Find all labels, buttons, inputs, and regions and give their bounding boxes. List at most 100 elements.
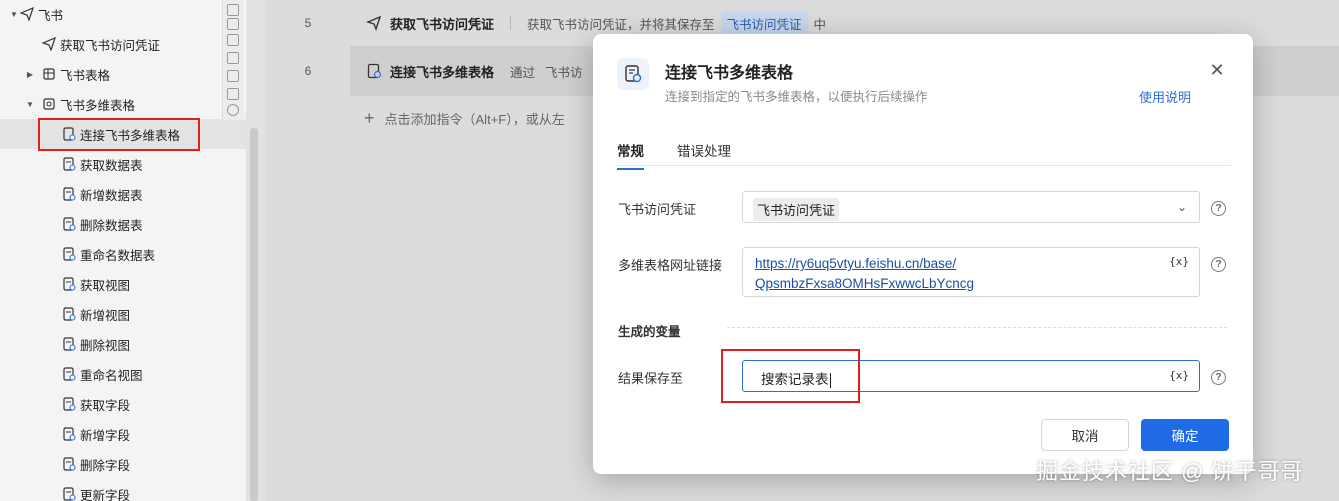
sidebar-item[interactable]: 获取字段 <box>0 389 246 419</box>
step-title: 获取飞书访问凭证 <box>390 16 495 32</box>
tool-icon-3[interactable] <box>227 34 239 46</box>
sidebar-item-label: 删除字段 <box>80 458 131 473</box>
sidebar-item[interactable]: 新增视图 <box>0 299 246 329</box>
tool-icon-2[interactable] <box>227 18 239 30</box>
doc-icon <box>62 307 76 321</box>
doc-icon <box>62 427 76 441</box>
url-line-1: https://ry6uq5vtyu.feishu.cn/base/ <box>755 256 957 271</box>
url-line-2: QpsmbzFxsa8OMHsFxwwcLbYcncg <box>755 276 975 291</box>
sidebar-item[interactable]: 删除数据表 <box>0 209 246 239</box>
doc-icon <box>62 337 76 351</box>
sidebar-scrollbar[interactable] <box>250 128 258 501</box>
sidebar-item-label: 新增视图 <box>80 308 131 323</box>
caret-right-icon[interactable]: ▶ <box>24 70 36 79</box>
doc-icon <box>62 487 76 501</box>
sidebar-item-label: 获取字段 <box>80 398 131 413</box>
sidebar-item[interactable]: 新增数据表 <box>0 179 246 209</box>
sidebar-item[interactable]: 删除字段 <box>0 449 246 479</box>
doc-icon <box>62 457 76 471</box>
paper-plane-icon <box>20 7 34 21</box>
key-plane-icon <box>366 15 382 31</box>
doc-icon <box>62 367 76 381</box>
step-title: 连接飞书多维表格 <box>390 64 495 80</box>
close-icon[interactable]: ✕ <box>1207 60 1227 80</box>
sidebar-item-label: 新增数据表 <box>80 188 143 203</box>
sidebar-toolbar <box>222 0 244 120</box>
bitable-icon <box>42 97 56 111</box>
doc-icon <box>62 397 76 411</box>
chevron-down-icon: ⌄ <box>1176 200 1187 214</box>
highlight-box-result <box>721 349 860 403</box>
sidebar-item-label: 获取数据表 <box>80 158 143 173</box>
caret-down-icon[interactable]: ▼ <box>8 10 20 19</box>
connect-bitable-dialog: 连接飞书多维表格 连接到指定的飞书多维表格，以便执行后续操作 使用说明 ✕ 常规… <box>593 34 1253 474</box>
ok-button[interactable]: 确定 <box>1141 419 1229 451</box>
sidebar-item-label: 获取飞书访问凭证 <box>60 38 161 53</box>
sidebar-item-label: 删除数据表 <box>80 218 143 233</box>
doc-icon <box>62 277 76 291</box>
sidebar-item[interactable]: 重命名数据表 <box>0 239 246 269</box>
doc-icon <box>62 217 76 231</box>
step-separator <box>510 16 512 30</box>
sidebar-item[interactable]: 删除视图 <box>0 329 246 359</box>
sidebar-item[interactable]: 获取数据表 <box>0 149 246 179</box>
sidebar-item[interactable]: ▶ 飞书表格 <box>0 59 246 89</box>
sidebar-item[interactable]: 更新字段 <box>0 479 246 501</box>
sidebar-item-label: 获取视图 <box>80 278 131 293</box>
doc-icon <box>62 187 76 201</box>
dialog-title: 连接飞书多维表格 <box>665 65 794 82</box>
tab-general[interactable]: 常规 <box>617 140 644 170</box>
doc-icon <box>62 157 76 171</box>
sidebar-item[interactable]: ▼ 飞书 <box>0 0 246 29</box>
doc-link-icon <box>366 63 382 79</box>
sidebar-item[interactable]: 重命名视图 <box>0 359 246 389</box>
doc-link-icon <box>617 58 649 90</box>
cancel-button[interactable]: 取消 <box>1041 419 1129 451</box>
help-icon[interactable]: ? <box>1211 201 1226 216</box>
sidebar-item-label: 删除视图 <box>80 338 131 353</box>
variable-insert-icon[interactable]: {x} <box>1169 369 1189 382</box>
url-label: 多维表格网址链接 <box>618 258 723 273</box>
variable-insert-icon[interactable]: {x} <box>1169 255 1189 268</box>
highlight-box-sidebar <box>38 118 200 151</box>
sidebar-tree: ▼ 飞书 获取飞书访问凭证 ▶ 飞书表格 ▼ 飞书多维表格 连接飞书多维表格 获取数据表 新增数据… <box>0 0 246 501</box>
sidebar-item[interactable]: ▼ 飞书多维表格 <box>0 89 246 119</box>
step-desc: 获取飞书访问凭证，并将其保存至 <box>527 17 715 32</box>
sidebar-item-label: 重命名数据表 <box>80 248 156 263</box>
sidebar-item-label: 飞书表格 <box>60 68 111 83</box>
sheet-icon <box>42 67 56 81</box>
plus-icon: + <box>364 108 375 128</box>
sidebar-item[interactable]: 获取视图 <box>0 269 246 299</box>
row-number: 5 <box>304 16 312 30</box>
credential-select[interactable]: 飞书访问凭证 ⌄ <box>742 191 1200 223</box>
url-input[interactable]: https://ry6uq5vtyu.feishu.cn/base/ Qpsmb… <box>742 247 1200 297</box>
gear-icon[interactable] <box>227 104 239 116</box>
tool-icon-4[interactable] <box>227 52 239 64</box>
sidebar-item-label: 重命名视图 <box>80 368 143 383</box>
add-command-hint[interactable]: + 点击添加指令（Alt+F），或从左 <box>364 108 565 129</box>
tab-error-handling[interactable]: 错误处理 <box>677 140 731 168</box>
url-value: https://ry6uq5vtyu.feishu.cn/base/ Qpsmb… <box>755 254 1155 294</box>
dialog-subtitle: 连接到指定的飞书多维表格，以便执行后续操作 <box>665 90 928 104</box>
step-desc-var: 飞书访 <box>545 65 583 80</box>
caret-down-icon[interactable]: ▼ <box>24 100 36 109</box>
help-icon[interactable]: ? <box>1211 257 1226 272</box>
sidebar-item[interactable]: 获取飞书访问凭证 <box>0 29 246 59</box>
help-icon[interactable]: ? <box>1211 370 1226 385</box>
help-link[interactable]: 使用说明 <box>1139 87 1191 106</box>
step-desc-suffix: 中 <box>813 17 827 32</box>
tool-icon-1[interactable] <box>227 4 239 16</box>
tool-icon-5[interactable] <box>227 70 239 82</box>
row-number: 6 <box>304 64 312 78</box>
doc-icon <box>62 247 76 261</box>
credential-label: 飞书访问凭证 <box>618 202 697 217</box>
step-desc: 通过 <box>510 65 536 80</box>
tool-icon-6[interactable] <box>227 88 239 100</box>
credential-value: 飞书访问凭证 <box>753 198 840 221</box>
sidebar-item[interactable]: 新增字段 <box>0 419 246 449</box>
section-divider <box>727 327 1227 328</box>
sidebar-item-label: 新增字段 <box>80 428 131 443</box>
sidebar-item-label: 飞书 <box>38 8 64 23</box>
watermark: 掘金技术社区 @ 饼干哥哥 <box>1036 459 1304 484</box>
add-hint-text: 点击添加指令（Alt+F），或从左 <box>384 112 565 127</box>
